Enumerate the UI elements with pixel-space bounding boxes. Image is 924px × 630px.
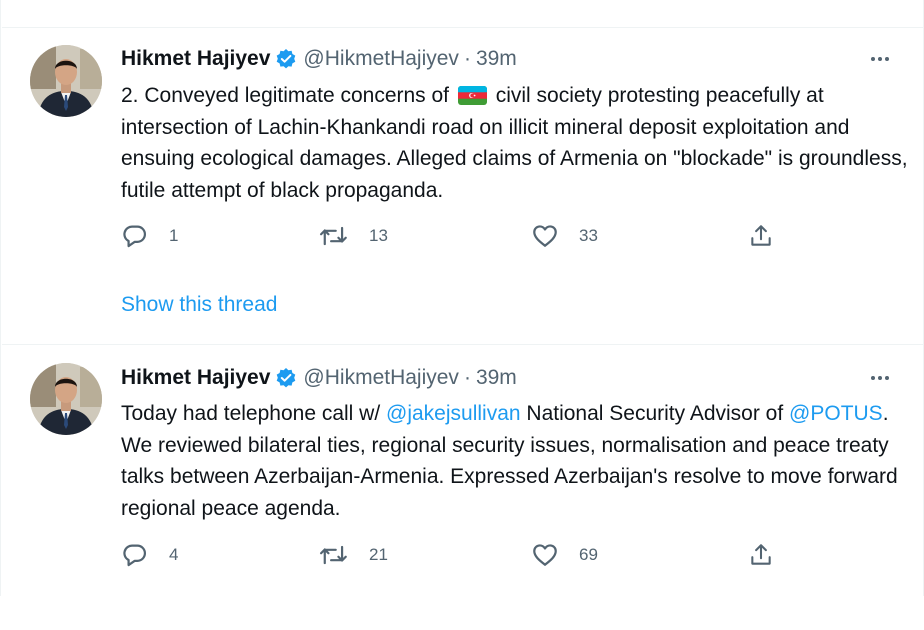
tweet-text: 2. Conveyed legitimate concerns of civil… — [121, 80, 911, 206]
retweet-count: 13 — [369, 226, 388, 245]
azerbaijan-flag-icon — [457, 83, 487, 105]
reply-icon — [123, 225, 146, 248]
verified-badge-icon — [275, 48, 297, 70]
author-handle[interactable]: @HikmetHajiyev — [303, 366, 459, 390]
tweet-header: Hikmet Hajiyev @HikmetHajiyev · 39m — [121, 45, 895, 73]
reply-button[interactable]: 4 — [121, 540, 178, 570]
more-options-icon[interactable] — [865, 364, 895, 392]
share-icon — [751, 225, 771, 246]
heart-icon — [533, 225, 557, 247]
share-button[interactable] — [748, 540, 774, 570]
mention-link[interactable]: @POTUS — [789, 402, 883, 425]
like-count: 33 — [579, 226, 598, 245]
show-thread-link[interactable]: Show this thread — [121, 293, 277, 317]
like-count: 69 — [579, 545, 598, 564]
author-name[interactable]: Hikmet Hajiyev — [121, 366, 270, 390]
tweet-text: Today had telephone call w/ @jakejsulliv… — [121, 398, 911, 524]
reply-count: 1 — [169, 226, 179, 245]
separator-dot: · — [463, 366, 471, 389]
retweet-button[interactable]: 21 — [319, 540, 388, 570]
timestamp[interactable]: 39m — [476, 47, 517, 71]
timeline: Hikmet Hajiyev @HikmetHajiyev · 39m 2. C… — [0, 0, 924, 596]
avatar[interactable] — [30, 45, 102, 117]
avatar[interactable] — [30, 363, 102, 435]
reply-count: 4 — [169, 545, 179, 564]
timestamp[interactable]: 39m — [476, 366, 517, 390]
separator-dot: · — [463, 47, 471, 70]
heart-icon — [533, 544, 557, 566]
tweet[interactable]: Hikmet Hajiyev @HikmetHajiyev · 39m 2. C… — [2, 27, 923, 345]
tweet-actions: 4 21 69 — [121, 540, 781, 570]
reply-button[interactable]: 1 — [121, 221, 178, 251]
retweet-count: 21 — [369, 545, 388, 564]
author-handle[interactable]: @HikmetHajiyev — [303, 47, 459, 71]
mention-link[interactable]: @jakejsullivan — [386, 402, 521, 425]
share-button[interactable] — [748, 221, 774, 251]
reply-icon — [123, 544, 146, 567]
avatar-photo — [30, 363, 102, 435]
author-name[interactable]: Hikmet Hajiyev — [121, 47, 270, 71]
retweet-button[interactable]: 13 — [319, 221, 388, 251]
retweet-icon — [319, 545, 347, 565]
more-options-icon[interactable] — [865, 45, 895, 73]
tweet-text-part: National Security Advisor of — [520, 402, 790, 425]
retweet-icon — [319, 226, 347, 246]
like-button[interactable]: 69 — [531, 540, 598, 570]
tweet[interactable]: Hikmet Hajiyev @HikmetHajiyev · 39m Toda… — [2, 344, 923, 596]
tweet-actions: 1 13 33 — [121, 221, 781, 251]
tweet-header: Hikmet Hajiyev @HikmetHajiyev · 39m — [121, 364, 895, 392]
share-icon — [751, 544, 771, 565]
tweet-text-part: Today had telephone call w/ — [121, 402, 387, 425]
tweet-text-part: 2. Conveyed legitimate concerns of — [121, 84, 455, 107]
verified-badge-icon — [275, 367, 297, 389]
avatar-photo — [30, 45, 102, 117]
like-button[interactable]: 33 — [531, 221, 598, 251]
